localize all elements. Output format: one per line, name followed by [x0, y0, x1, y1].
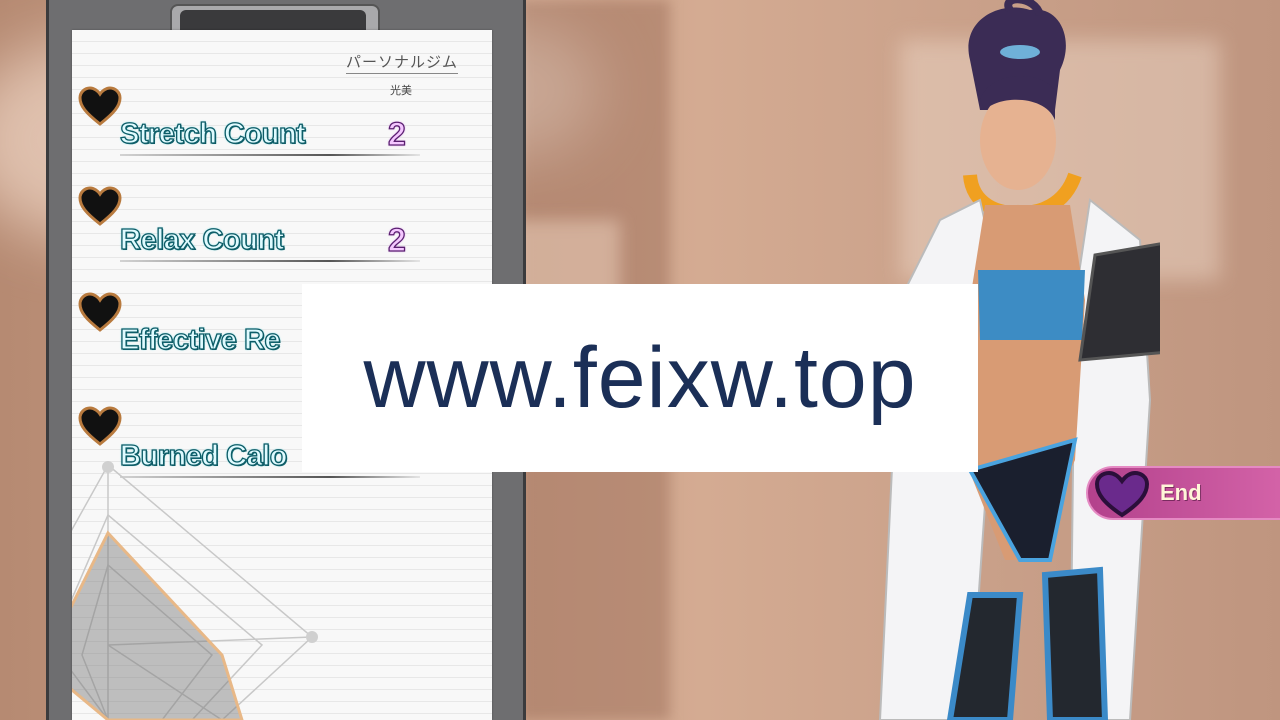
game-scene: パーソナルジム 光美 Stretch Count 2 Relax Count 2…	[0, 0, 1280, 720]
radar-point	[102, 461, 114, 473]
heart-icon	[78, 292, 122, 332]
gym-name: パーソナルジム	[346, 51, 459, 74]
end-heart-icon	[1094, 470, 1150, 518]
stat-underline	[120, 260, 420, 262]
radar-chart	[72, 461, 318, 720]
radar-point	[306, 631, 318, 643]
heart-icon	[78, 406, 122, 446]
end-label: End	[1160, 480, 1202, 505]
stat-stretch-count: Stretch Count 2	[119, 115, 430, 158]
leg-right	[1041, 566, 1109, 720]
heart-icon	[78, 186, 122, 226]
watermark: www.feixw.top	[302, 284, 978, 472]
radar-area	[72, 530, 244, 720]
stat-label: Stretch Count	[119, 117, 306, 150]
end-button[interactable]: End	[1086, 466, 1280, 520]
sports-top	[978, 270, 1085, 340]
stat-underline	[120, 154, 420, 156]
stat-value: 2	[387, 221, 406, 258]
trainer-name: 光美	[390, 84, 412, 97]
stat-label: Effective Re	[119, 323, 281, 356]
stat-relax-count: Relax Count 2	[119, 221, 430, 264]
hair-band	[1000, 45, 1040, 59]
heart-icon	[78, 86, 122, 126]
watermark-text: www.feixw.top	[363, 329, 917, 426]
stat-label: Relax Count	[119, 223, 284, 256]
stat-value: 2	[387, 115, 406, 152]
